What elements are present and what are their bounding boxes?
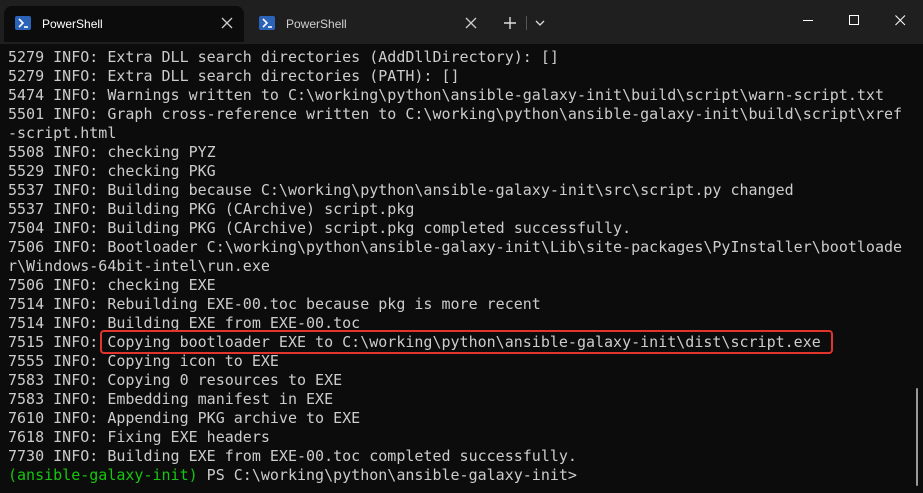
close-icon[interactable] bbox=[218, 14, 236, 32]
tab-label: PowerShell bbox=[42, 17, 103, 31]
tab-dropdown-button[interactable] bbox=[528, 12, 552, 34]
minimize-button[interactable] bbox=[785, 0, 831, 40]
output-line: 5537 INFO: Building because C:\working\p… bbox=[8, 181, 794, 199]
prompt-line[interactable]: (ansible-galaxy-init) PS C:\working\pyth… bbox=[8, 466, 577, 485]
scrollbar[interactable] bbox=[916, 388, 918, 486]
output-line: 5279 INFO: Extra DLL search directories … bbox=[8, 67, 460, 85]
prompt-path: PS C:\working\python\ansible-galaxy-init… bbox=[197, 466, 577, 484]
maximize-button[interactable] bbox=[831, 0, 877, 40]
output-line: 7730 INFO: Building EXE from EXE-00.toc … bbox=[8, 447, 577, 465]
plus-icon bbox=[504, 17, 516, 29]
output-line: 7506 INFO: checking EXE bbox=[8, 276, 216, 294]
minimize-icon bbox=[803, 20, 813, 21]
new-tab-button[interactable] bbox=[498, 12, 522, 34]
output-line: 5279 INFO: Extra DLL search directories … bbox=[8, 48, 559, 66]
divider bbox=[526, 16, 527, 30]
tab-label: PowerShell bbox=[286, 17, 347, 31]
powershell-icon bbox=[259, 16, 275, 30]
highlight-annotation bbox=[100, 330, 833, 354]
terminal-window: PowerShell PowerShell 5279 INFO: Extra D… bbox=[0, 0, 923, 493]
output-line: 5537 INFO: Building PKG (CArchive) scrip… bbox=[8, 200, 415, 218]
output-line: -script.html bbox=[8, 124, 117, 142]
close-icon bbox=[895, 15, 906, 26]
output-line: 7514 INFO: Rebuilding EXE-00.toc because… bbox=[8, 295, 541, 313]
close-icon[interactable] bbox=[462, 14, 480, 32]
output-line: 7504 INFO: Building PKG (CArchive) scrip… bbox=[8, 219, 632, 237]
tab-powershell-active[interactable]: PowerShell bbox=[4, 6, 244, 42]
output-line: 7610 INFO: Appending PKG archive to EXE bbox=[8, 409, 361, 427]
terminal-output[interactable]: 5279 INFO: Extra DLL search directories … bbox=[0, 44, 923, 493]
output-line: 7583 INFO: Copying 0 resources to EXE bbox=[8, 371, 343, 389]
close-window-button[interactable] bbox=[877, 0, 923, 40]
output-line: 5529 INFO: checking PKG bbox=[8, 162, 216, 180]
prompt-env-name: (ansible-galaxy-init) bbox=[8, 466, 198, 484]
powershell-icon bbox=[15, 16, 31, 30]
output-line: 7618 INFO: Fixing EXE headers bbox=[8, 428, 270, 446]
output-line: 7583 INFO: Embedding manifest in EXE bbox=[8, 390, 334, 408]
output-line: 5501 INFO: Graph cross-reference written… bbox=[8, 105, 903, 123]
output-line: 5474 INFO: Warnings written to C:\workin… bbox=[8, 86, 884, 104]
output-line: 7506 INFO: Bootloader C:\working\python\… bbox=[8, 238, 903, 256]
output-line: 7555 INFO: Copying icon to EXE bbox=[8, 352, 279, 370]
title-bar: PowerShell PowerShell bbox=[0, 0, 923, 44]
tab-powershell-inactive[interactable]: PowerShell bbox=[248, 6, 488, 42]
chevron-down-icon bbox=[535, 20, 545, 26]
maximize-icon bbox=[849, 15, 859, 25]
output-line: r\Windows-64bit-intel\run.exe bbox=[8, 257, 270, 275]
output-line: 5508 INFO: checking PYZ bbox=[8, 143, 216, 161]
